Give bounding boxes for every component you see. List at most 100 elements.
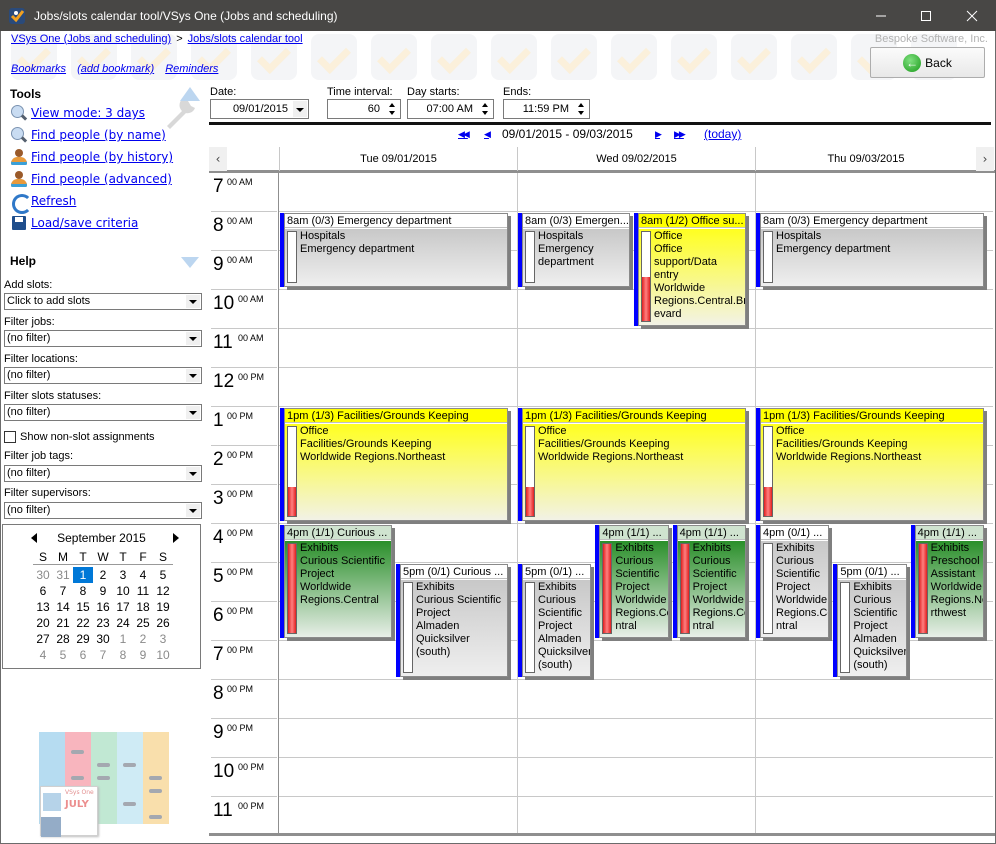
close-button[interactable] [949, 0, 995, 31]
filter-jobs-select[interactable]: (no filter) [4, 330, 202, 347]
event-card[interactable]: 8am (0/3) Emergency department Hospitals … [284, 213, 508, 287]
event-card[interactable]: 4pm (0/1) ... Exhibits Curious Scientific… [760, 525, 830, 638]
calendar-day[interactable]: 1 [113, 631, 133, 647]
calendar-day[interactable]: 14 [53, 599, 73, 615]
calendar-next-month-icon[interactable] [173, 533, 179, 543]
day-header[interactable]: Thu 09/03/2015 [755, 147, 976, 171]
slot-event[interactable]: 1pm (1/3) Facilities/Grounds Keeping Offi… [518, 408, 746, 521]
calendar-day[interactable]: 4 [133, 567, 153, 583]
tool-refresh-label[interactable]: Refresh [31, 194, 76, 208]
event-card[interactable]: 4pm (1/1) ... Exhibits Preschool Assistan… [914, 525, 984, 638]
tool-find-advanced[interactable]: Find people (advanced) [10, 169, 172, 189]
first-page-icon[interactable]: ◀◀ [458, 129, 470, 140]
calendar-day[interactable]: 9 [93, 583, 113, 599]
calendar-day[interactable]: 18 [133, 599, 153, 615]
calendar-day[interactable]: 3 [113, 567, 133, 583]
breadcrumb-current-link[interactable]: Jobs/slots calendar tool [188, 33, 303, 45]
show-non-slot-row[interactable]: Show non-slot assignments [4, 431, 155, 443]
event-card[interactable]: 8am (1/2) Office su... Office Office supp… [638, 213, 746, 326]
add-slots-select[interactable]: Click to add slots [4, 293, 202, 310]
filter-locations-select[interactable]: (no filter) [4, 367, 202, 384]
calendar-day[interactable]: 1 [73, 567, 93, 583]
calendar-day[interactable]: 19 [153, 599, 173, 615]
bookmarks-link[interactable]: Bookmarks [11, 63, 66, 75]
slot-event[interactable]: 4pm (1/1) Curious ... Exhibits Curious Sc… [280, 525, 392, 638]
back-button[interactable]: ← Back [870, 47, 985, 78]
reminders-link[interactable]: Reminders [165, 63, 218, 75]
calendar-day[interactable]: 29 [73, 631, 93, 647]
expand-help-icon[interactable] [181, 257, 199, 268]
slot-event[interactable]: 8am (0/3) Emergency department Hospitals … [280, 213, 508, 287]
filter-job-tags-select[interactable]: (no filter) [4, 465, 202, 482]
slot-event[interactable]: 1pm (1/3) Facilities/Grounds Keeping Offi… [756, 408, 984, 521]
minimize-button[interactable] [858, 0, 904, 31]
calendar-day[interactable]: 15 [73, 599, 93, 615]
calendar-day[interactable]: 10 [153, 647, 173, 663]
calendar-day[interactable]: 11 [133, 583, 153, 599]
event-card[interactable]: 5pm (0/1) ... Exhibits Curious Scientific… [522, 564, 592, 677]
scroll-right-button[interactable]: › [976, 147, 994, 171]
calendar-day[interactable]: 26 [153, 615, 173, 631]
tool-find-by-history[interactable]: Find people (by history) [10, 147, 173, 167]
slot-event[interactable]: 5pm (0/1) Curious ... Exhibits Curious Sc… [396, 564, 508, 677]
calendar-day[interactable]: 21 [53, 615, 73, 631]
tool-find-by-name-label[interactable]: Find people (by name) [31, 128, 166, 142]
slot-event[interactable]: 4pm (0/1) ... Exhibits Curious Scientific… [756, 525, 830, 638]
tool-find-advanced-label[interactable]: Find people (advanced) [31, 172, 172, 186]
tool-view-mode-label[interactable]: View mode: 3 days [31, 106, 145, 120]
breadcrumb-home-link[interactable]: VSys One (Jobs and scheduling) [11, 33, 171, 45]
calendar-day[interactable]: 23 [93, 615, 113, 631]
date-picker[interactable]: 09/01/2015 [210, 99, 309, 119]
slot-event[interactable]: 1pm (1/3) Facilities/Grounds Keeping Offi… [280, 408, 508, 521]
prev-page-icon[interactable]: ◀ [484, 129, 491, 140]
day-header[interactable]: Wed 09/02/2015 [517, 147, 755, 171]
calendar-day[interactable]: 30 [33, 567, 53, 583]
tool-find-by-name[interactable]: Find people (by name) [10, 125, 166, 145]
filter-statuses-select[interactable]: (no filter) [4, 404, 202, 421]
event-card[interactable]: 4pm (1/1) Curious ... Exhibits Curious Sc… [284, 525, 392, 638]
calendar-day[interactable]: 31 [53, 567, 73, 583]
event-card[interactable]: 5pm (0/1) Curious ... Exhibits Curious Sc… [400, 564, 508, 677]
spinner-arrows-icon[interactable] [386, 101, 399, 117]
calendar-day[interactable]: 9 [133, 647, 153, 663]
event-card[interactable]: 1pm (1/3) Facilities/Grounds Keeping Offi… [760, 408, 984, 521]
calendar-day[interactable]: 3 [153, 631, 173, 647]
calendar-day[interactable]: 22 [73, 615, 93, 631]
last-page-icon[interactable]: ▶▶ [674, 129, 686, 140]
calendar-day[interactable]: 10 [113, 583, 133, 599]
spinner-arrows-icon[interactable] [575, 101, 588, 117]
slot-event[interactable]: 4pm (1/1) ... Exhibits Curious Scientific… [672, 525, 746, 638]
event-card[interactable]: 4pm (1/1) ... Exhibits Curious Scientific… [599, 525, 669, 638]
calendar-day[interactable]: 5 [153, 567, 173, 583]
calendar-day[interactable]: 28 [53, 631, 73, 647]
calendar-day[interactable]: 24 [113, 615, 133, 631]
event-card[interactable]: 1pm (1/3) Facilities/Grounds Keeping Offi… [284, 408, 508, 521]
calendar-day[interactable]: 6 [33, 583, 53, 599]
event-card[interactable]: 8am (0/3) Emergen... Hospitals Emergency … [522, 213, 630, 287]
calendar-day[interactable]: 17 [113, 599, 133, 615]
collapse-tools-icon[interactable] [180, 87, 200, 101]
scroll-left-button[interactable]: ‹ [209, 147, 227, 171]
day-starts-spinner[interactable]: 07:00 AM [407, 99, 494, 119]
slot-event[interactable]: 8am (1/2) Office su... Office Office supp… [634, 213, 746, 326]
calendar-day[interactable]: 2 [93, 567, 113, 583]
tool-view-mode[interactable]: View mode: 3 days [10, 103, 145, 123]
calendar-day[interactable]: 4 [33, 647, 53, 663]
calendar-day[interactable]: 7 [53, 583, 73, 599]
calendar-day[interactable]: 12 [153, 583, 173, 599]
tool-load-save-label[interactable]: Load/save criteria [31, 216, 138, 230]
filter-supervisors-select[interactable]: (no filter) [4, 502, 202, 519]
slot-event[interactable]: 8am (0/3) Emergen... Hospitals Emergency … [518, 213, 630, 287]
slot-event[interactable]: 4pm (1/1) ... Exhibits Preschool Assistan… [910, 525, 984, 638]
slot-event[interactable]: 8am (0/3) Emergency department Hospitals … [756, 213, 984, 287]
calendar-day[interactable]: 30 [93, 631, 113, 647]
event-card[interactable]: 4pm (1/1) ... Exhibits Curious Scientific… [676, 525, 746, 638]
calendar-day[interactable]: 7 [93, 647, 113, 663]
event-card[interactable]: 8am (0/3) Emergency department Hospitals … [760, 213, 984, 287]
spinner-arrows-icon[interactable] [479, 101, 492, 117]
calendar-day[interactable]: 16 [93, 599, 113, 615]
calendar-day[interactable]: 27 [33, 631, 53, 647]
calendar-day[interactable]: 8 [73, 583, 93, 599]
tool-refresh[interactable]: Refresh [10, 191, 76, 214]
slot-event[interactable]: 5pm (0/1) ... Exhibits Curious Scientific… [833, 564, 907, 677]
